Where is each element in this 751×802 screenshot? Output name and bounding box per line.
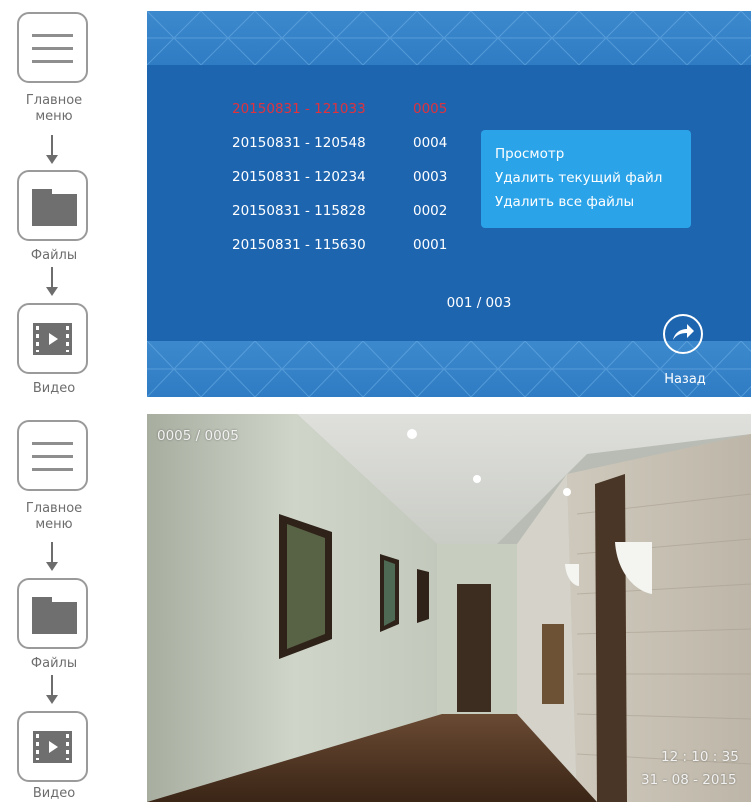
back-button[interactable]: Назад (657, 314, 717, 394)
context-menu-delete-current[interactable]: Удалить текущий файл (495, 170, 662, 186)
video-button[interactable] (17, 711, 88, 782)
video-icon (33, 731, 72, 763)
menu-icon (32, 442, 73, 481)
files-label: Файлы (30, 656, 78, 671)
file-browser-screen: 20150831 - 121033 0005 20150831 - 120548… (147, 11, 751, 397)
main-menu-label-line1: Главное (25, 501, 83, 516)
files-button[interactable] (17, 578, 88, 649)
main-menu-label-line2: меню (35, 517, 73, 532)
playback-time: 12 : 10 : 35 (661, 749, 739, 765)
context-menu-delete-all[interactable]: Удалить все файлы (495, 194, 634, 210)
down-arrow-icon (44, 267, 60, 297)
files-label: Файлы (30, 248, 78, 263)
main-menu-label: Главное меню (0, 501, 108, 533)
file-name: 20150831 - 115630 (232, 237, 366, 253)
file-name: 20150831 - 121033 (232, 101, 366, 117)
down-arrow-icon (44, 135, 60, 165)
file-context-menu: Просмотр Удалить текущий файл Удалить вс… (481, 130, 691, 228)
playback-counter: 0005 / 0005 (157, 428, 239, 444)
back-arrow-icon (663, 314, 703, 354)
file-number: 0005 (413, 101, 448, 117)
main-menu-button[interactable] (17, 420, 88, 491)
header-band (147, 11, 751, 65)
video-label: Видео (32, 786, 76, 801)
video-button[interactable] (17, 303, 88, 374)
main-menu-label-line2: меню (35, 109, 73, 124)
down-arrow-icon (44, 542, 60, 572)
file-name: 20150831 - 120234 (232, 169, 366, 185)
file-number: 0001 (413, 237, 448, 253)
down-arrow-icon (44, 675, 60, 705)
main-menu-button[interactable] (17, 12, 88, 83)
folder-icon (32, 189, 77, 226)
video-icon (33, 323, 72, 355)
playback-date: 31 - 08 - 2015 (641, 772, 737, 788)
file-name: 20150831 - 120548 (232, 135, 366, 151)
file-number: 0002 (413, 203, 448, 219)
video-label: Видео (32, 381, 76, 396)
main-menu-label-line1: Главное (25, 93, 83, 108)
folder-icon (32, 597, 77, 634)
file-number: 0003 (413, 169, 448, 185)
menu-icon (32, 34, 73, 73)
file-number: 0004 (413, 135, 448, 151)
header-pattern (147, 11, 751, 65)
video-playback-screen: 0005 / 0005 12 : 10 : 35 31 - 08 - 2015 (147, 414, 751, 802)
page-indicator: 001 / 003 (446, 295, 512, 311)
context-menu-view[interactable]: Просмотр (495, 146, 564, 162)
main-menu-label: Главное меню (0, 93, 108, 125)
back-label: Назад (664, 372, 706, 387)
file-name: 20150831 - 115828 (232, 203, 366, 219)
files-button[interactable] (17, 170, 88, 241)
hallway-image (147, 414, 751, 802)
